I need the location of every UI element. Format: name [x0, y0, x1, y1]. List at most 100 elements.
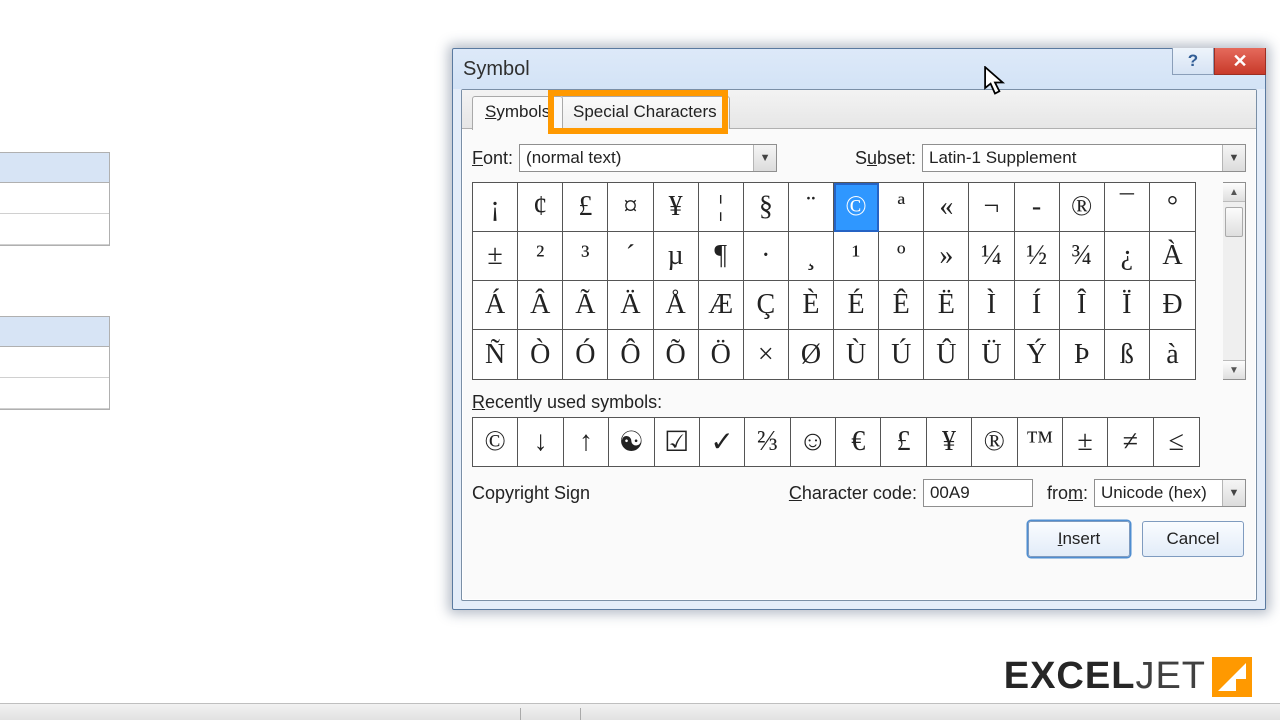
symbol-cell[interactable]: Ù	[834, 330, 879, 379]
symbol-cell[interactable]: ©	[834, 183, 879, 232]
insert-button[interactable]: Insert	[1028, 521, 1130, 557]
symbol-cell[interactable]: Ì	[969, 281, 1014, 330]
symbol-cell[interactable]: Â	[518, 281, 563, 330]
symbol-cell[interactable]: ¯	[1105, 183, 1150, 232]
symbol-cell[interactable]: ¿	[1105, 232, 1150, 281]
symbol-cell[interactable]: Ø	[789, 330, 834, 379]
dialog-help-button[interactable]: ?	[1172, 48, 1214, 75]
symbol-cell[interactable]: ×	[744, 330, 789, 379]
from-select[interactable]: Unicode (hex) ▼	[1094, 479, 1246, 507]
recent-symbol-cell[interactable]: ™	[1018, 418, 1063, 466]
symbol-cell[interactable]: Ñ	[473, 330, 518, 379]
recent-symbol-cell[interactable]: ±	[1063, 418, 1108, 466]
recent-symbol-cell[interactable]: ®	[972, 418, 1017, 466]
symbol-cell[interactable]: Î	[1060, 281, 1105, 330]
symbol-cell[interactable]: µ	[654, 232, 699, 281]
symbol-cell[interactable]: ³	[563, 232, 608, 281]
symbol-cell[interactable]: ¤	[608, 183, 653, 232]
font-select[interactable]: (normal text) ▼	[519, 144, 777, 172]
symbol-cell[interactable]: ¼	[969, 232, 1014, 281]
symbol-cell[interactable]: ¸	[789, 232, 834, 281]
recent-symbol-cell[interactable]: ✓	[700, 418, 745, 466]
symbol-cell[interactable]: ¨	[789, 183, 834, 232]
symbol-cell[interactable]: Ô	[608, 330, 653, 379]
symbol-cell[interactable]: Ä	[608, 281, 653, 330]
symbol-cell[interactable]: É	[834, 281, 879, 330]
recent-symbol-cell[interactable]: ©	[473, 418, 518, 466]
subset-select[interactable]: Latin-1 Supplement ▼	[922, 144, 1246, 172]
recent-symbol-cell[interactable]: ☑	[655, 418, 700, 466]
symbol-cell[interactable]: £	[563, 183, 608, 232]
symbol-cell[interactable]: ´	[608, 232, 653, 281]
symbol-cell[interactable]: Ú	[879, 330, 924, 379]
symbol-cell[interactable]: ®	[1060, 183, 1105, 232]
symbol-cell[interactable]: ½	[1015, 232, 1060, 281]
scroll-up-button[interactable]: ▲	[1223, 183, 1245, 202]
recently-used-grid[interactable]: ©↓↑☯☑✓⅔☺€£¥®™±≠≤	[472, 417, 1200, 467]
symbol-cell[interactable]: ª	[879, 183, 924, 232]
symbol-grid-scrollbar[interactable]: ▲ ▼	[1223, 182, 1246, 380]
symbol-cell[interactable]: È	[789, 281, 834, 330]
symbol-cell[interactable]: º	[879, 232, 924, 281]
symbol-cell[interactable]: Ý	[1015, 330, 1060, 379]
symbol-cell[interactable]: Ò	[518, 330, 563, 379]
symbol-cell[interactable]: Ç	[744, 281, 789, 330]
symbol-cell[interactable]: ¶	[699, 232, 744, 281]
symbol-cell[interactable]: Ð	[1150, 281, 1195, 330]
symbol-cell[interactable]: §	[744, 183, 789, 232]
scroll-thumb[interactable]	[1225, 207, 1243, 237]
symbol-cell[interactable]: ²	[518, 232, 563, 281]
recent-symbol-cell[interactable]: ¥	[927, 418, 972, 466]
recent-symbol-cell[interactable]: €	[836, 418, 881, 466]
symbol-cell[interactable]: Õ	[654, 330, 699, 379]
symbol-cell[interactable]: ¹	[834, 232, 879, 281]
symbol-cell[interactable]: À	[1150, 232, 1195, 281]
symbol-cell[interactable]: ¢	[518, 183, 563, 232]
symbol-cell[interactable]: Æ	[699, 281, 744, 330]
symbol-cell[interactable]: à	[1150, 330, 1195, 379]
symbol-cell[interactable]: ß	[1105, 330, 1150, 379]
symbol-cell[interactable]: °	[1150, 183, 1195, 232]
symbol-cell[interactable]: -	[1015, 183, 1060, 232]
recent-symbol-cell[interactable]: ↑	[564, 418, 609, 466]
symbol-cell[interactable]: Ó	[563, 330, 608, 379]
symbol-cell[interactable]: Í	[1015, 281, 1060, 330]
recent-symbol-cell[interactable]: ⅔	[745, 418, 790, 466]
tab-symbols[interactable]: Symbols	[472, 96, 563, 130]
recent-symbol-cell[interactable]: £	[881, 418, 926, 466]
tab-special-characters[interactable]: Special Characters	[560, 96, 730, 129]
symbol-cell[interactable]: ¦	[699, 183, 744, 232]
symbol-cell[interactable]: «	[924, 183, 969, 232]
dialog-titlebar[interactable]: Symbol ? ✕	[453, 49, 1265, 89]
symbol-cell[interactable]: Ö	[699, 330, 744, 379]
symbol-cell[interactable]: Ï	[1105, 281, 1150, 330]
recent-symbol-cell[interactable]: ☯	[609, 418, 654, 466]
recent-symbol-cell[interactable]: ≠	[1108, 418, 1153, 466]
symbol-cell[interactable]: ¾	[1060, 232, 1105, 281]
recent-symbol-cell[interactable]: ↓	[518, 418, 563, 466]
symbol-cell[interactable]: Ê	[879, 281, 924, 330]
symbol-cell[interactable]: Û	[924, 330, 969, 379]
symbol-cell[interactable]: ·	[744, 232, 789, 281]
symbol-cell[interactable]: ¡	[473, 183, 518, 232]
subset-label: Subset:	[855, 148, 916, 169]
symbol-cell[interactable]: »	[924, 232, 969, 281]
recent-symbol-cell[interactable]: ☺	[791, 418, 836, 466]
symbol-cell[interactable]: Ã	[563, 281, 608, 330]
symbol-grid[interactable]: ¡¢£¤¥¦§¨©ª«¬-®¯° ±²³´µ¶·¸¹º»¼½¾¿À ÁÂÃÄÅÆÇÈ…	[472, 182, 1196, 380]
symbol-cell[interactable]: Ë	[924, 281, 969, 330]
sheet-fragment-1-header: ols	[0, 153, 109, 183]
symbol-cell[interactable]: Á	[473, 281, 518, 330]
symbol-cell[interactable]: Ü	[969, 330, 1014, 379]
scroll-down-button[interactable]: ▼	[1223, 360, 1245, 379]
symbol-cell[interactable]: Þ	[1060, 330, 1105, 379]
sheet-fragment-2-header: ymbols	[0, 317, 109, 347]
cancel-button[interactable]: Cancel	[1142, 521, 1244, 557]
recent-symbol-cell[interactable]: ≤	[1154, 418, 1199, 466]
dialog-close-button[interactable]: ✕	[1214, 48, 1266, 75]
symbol-cell[interactable]: ¬	[969, 183, 1014, 232]
symbol-cell[interactable]: ¥	[654, 183, 699, 232]
symbol-cell[interactable]: Å	[654, 281, 699, 330]
symbol-cell[interactable]: ±	[473, 232, 518, 281]
character-code-input[interactable]: 00A9	[923, 479, 1033, 507]
